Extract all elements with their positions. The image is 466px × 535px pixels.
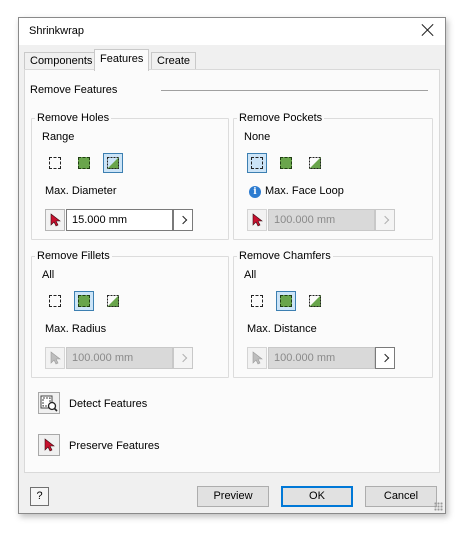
no-feature-icon — [49, 295, 61, 307]
cursor-select-icon — [50, 213, 61, 227]
range-option-button[interactable] — [103, 153, 123, 173]
range-features-icon — [107, 157, 119, 169]
preserve-features-label: Preserve Features — [69, 440, 160, 452]
none-option-button[interactable] — [45, 291, 65, 311]
range-option-button[interactable] — [305, 291, 325, 311]
section-label: Remove Features — [30, 84, 118, 96]
remove-fillets-group: Remove Fillets All Max. Radius 100.000 m… — [31, 250, 229, 378]
tab-label: Components — [30, 55, 93, 67]
none-option-button[interactable] — [247, 291, 267, 311]
holes-mode-label: Range — [42, 131, 75, 143]
resize-grip[interactable] — [434, 502, 443, 511]
max-radius-menu-button[interactable] — [173, 347, 193, 369]
max-face-loop-menu-button[interactable] — [375, 209, 395, 231]
max-radius-label: Max. Radius — [45, 323, 107, 335]
section-divider — [161, 90, 428, 91]
all-option-button[interactable] — [276, 153, 296, 173]
preview-button[interactable]: Preview — [197, 486, 269, 507]
chevron-right-icon — [380, 353, 390, 363]
detect-magnifier-icon — [40, 395, 58, 412]
none-option-button[interactable] — [247, 153, 267, 173]
max-face-loop-input[interactable]: 100.000 mm — [268, 209, 375, 231]
max-radius-input[interactable]: 100.000 mm — [66, 347, 173, 369]
remove-chamfers-group: Remove Chamfers All Max. Distance 100.00… — [233, 250, 433, 378]
select-pocket-button[interactable] — [247, 209, 267, 231]
range-option-button[interactable] — [103, 291, 123, 311]
range-features-icon — [309, 157, 321, 169]
preserve-features-button[interactable] — [38, 434, 60, 456]
range-features-icon — [107, 295, 119, 307]
close-icon[interactable] — [421, 23, 435, 37]
max-diameter-label: Max. Diameter — [45, 185, 117, 197]
chamfers-mode-label: All — [244, 269, 257, 281]
tab-features[interactable]: Features — [94, 49, 150, 71]
chevron-right-icon — [178, 353, 188, 363]
detect-features-label: Detect Features — [69, 398, 148, 410]
max-face-loop-label: Max. Face Loop — [265, 185, 344, 197]
features-panel: Remove Features Remove Holes Range Max. … — [24, 69, 440, 473]
fillets-mode-label: All — [42, 269, 55, 281]
ok-button[interactable]: OK — [281, 486, 353, 507]
tab-label: Create — [157, 55, 191, 67]
cancel-button[interactable]: Cancel — [365, 486, 437, 507]
range-features-icon — [309, 295, 321, 307]
window-title: Shrinkwrap — [29, 25, 85, 37]
no-feature-icon — [251, 295, 263, 307]
max-distance-menu-button[interactable] — [375, 347, 395, 369]
no-feature-icon — [49, 157, 61, 169]
shrinkwrap-dialog: Shrinkwrap Components Features Create Re… — [18, 17, 446, 514]
info-icon: i — [249, 186, 261, 198]
select-chamfer-button[interactable] — [247, 347, 267, 369]
max-diameter-input[interactable]: 15.000 mm — [66, 209, 173, 231]
group-title: Remove Pockets — [237, 112, 325, 124]
pockets-mode-label: None — [244, 131, 271, 143]
all-features-icon — [280, 157, 292, 169]
all-option-button[interactable] — [74, 153, 94, 173]
group-title: Remove Fillets — [35, 250, 112, 262]
no-feature-icon — [251, 157, 263, 169]
all-features-icon — [78, 157, 90, 169]
all-option-button[interactable] — [74, 291, 94, 311]
select-fillet-button[interactable] — [45, 347, 65, 369]
remove-pockets-group: Remove Pockets None i Max. Face Loop 100… — [233, 112, 433, 240]
help-button[interactable]: ? — [30, 487, 49, 506]
cursor-select-icon — [44, 438, 55, 452]
remove-holes-group: Remove Holes Range Max. Diameter 15.000 … — [31, 112, 229, 240]
max-distance-label: Max. Distance — [247, 323, 317, 335]
all-option-button[interactable] — [276, 291, 296, 311]
max-distance-input[interactable]: 100.000 mm — [268, 347, 375, 369]
chevron-right-icon — [380, 215, 390, 225]
max-diameter-menu-button[interactable] — [173, 209, 193, 231]
detect-features-button[interactable] — [38, 392, 60, 414]
title-bar: Shrinkwrap — [19, 18, 445, 45]
select-hole-button[interactable] — [45, 209, 65, 231]
group-title: Remove Holes — [35, 112, 112, 124]
range-option-button[interactable] — [305, 153, 325, 173]
tab-label: Features — [100, 53, 144, 65]
none-option-button[interactable] — [45, 153, 65, 173]
chevron-right-icon — [178, 215, 188, 225]
all-features-icon — [280, 295, 292, 307]
cursor-select-icon — [252, 213, 263, 227]
tab-components[interactable]: Components — [24, 52, 99, 70]
group-title: Remove Chamfers — [237, 250, 333, 262]
tab-create[interactable]: Create — [151, 52, 197, 70]
cursor-select-icon — [50, 351, 61, 365]
all-features-icon — [78, 295, 90, 307]
cursor-select-icon — [252, 351, 263, 365]
